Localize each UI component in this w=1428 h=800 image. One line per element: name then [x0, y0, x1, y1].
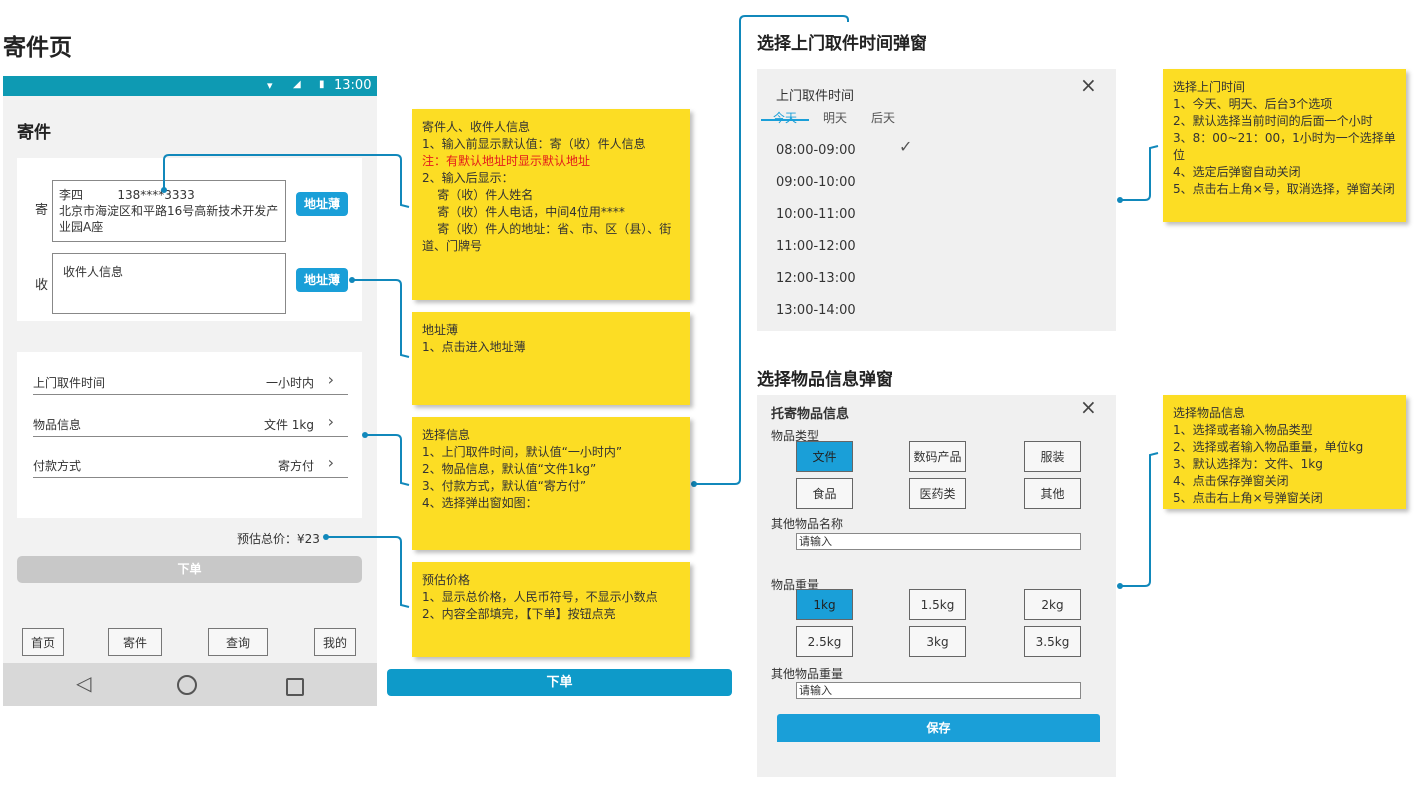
note-select-info: 选择信息 1、上门取件时间，默认值“一小时内” 2、物品信息，默认值“文件1kg…	[412, 417, 690, 550]
note-line: 3、默认选择为：文件、1kg	[1173, 457, 1323, 471]
note-line: 2、物品信息，默认值“文件1kg”	[422, 462, 597, 476]
note-title: 预估价格	[422, 573, 471, 587]
weight-option[interactable]: 2kg	[1024, 589, 1081, 620]
weight-option[interactable]: 3.5kg	[1024, 626, 1081, 657]
item-popup-title: 托寄物品信息	[771, 407, 850, 422]
note-line: 5、点击右上角×号，取消选择，弹窗关闭	[1173, 182, 1395, 196]
note-line: 1、输入前显示默认值：寄（收）件人信息	[422, 137, 646, 151]
time-slot[interactable]: 08:00-09:00	[776, 143, 856, 158]
note-line: 4、选择弹出窗如图：	[422, 496, 538, 510]
note-line: 3、付款方式，默认值“寄方付”	[422, 479, 587, 493]
type-option[interactable]: 其他	[1024, 478, 1081, 509]
note-warning: 注：有默认地址时显示默认地址	[422, 154, 591, 168]
note-line: 2、默认选择当前时间的后面一个小时	[1173, 114, 1373, 128]
note-time-popup: 选择上门时间 1、今天、明天、后台3个选项 2、默认选择当前时间的后面一个小时 …	[1163, 69, 1406, 222]
close-icon[interactable]: ×	[1080, 73, 1097, 97]
note-line: 1、点击进入地址薄	[422, 340, 526, 354]
note-line: 寄（收）件人的地址：省、市、区（县）、街道、门牌号	[422, 222, 672, 253]
weight-option-selected[interactable]: 1kg	[796, 589, 853, 620]
note-price: 预估价格 1、显示总价格，人民币符号，不显示小数点 2、内容全部填完，【下单】按…	[412, 562, 690, 657]
note-title: 选择物品信息	[1173, 406, 1246, 420]
other-weight-label: 其他物品重量	[771, 667, 844, 681]
type-option-selected[interactable]: 文件	[796, 441, 853, 472]
type-option[interactable]: 数码产品	[909, 441, 966, 472]
weight-option[interactable]: 1.5kg	[909, 589, 966, 620]
time-slot[interactable]: 09:00-10:00	[776, 175, 856, 190]
item-popup-section-title: 选择物品信息弹窗	[757, 370, 893, 390]
note-title: 地址薄	[422, 323, 459, 337]
time-popup: 上门取件时间 × 今天 明天 后天 08:00-09:00 ✓ 09:00-10…	[757, 69, 1116, 331]
save-button[interactable]: 保存	[777, 714, 1100, 742]
note-line: 3、8：00~21：00，1小时为一个选择单位	[1173, 131, 1396, 162]
close-icon[interactable]: ×	[1080, 395, 1097, 419]
note-title: 选择信息	[422, 428, 471, 442]
note-item-popup: 选择物品信息 1、选择或者输入物品类型 2、选择或者输入物品重量，单位kg 3、…	[1163, 395, 1406, 509]
type-option[interactable]: 医药类	[909, 478, 966, 509]
other-name-label: 其他物品名称	[771, 517, 844, 531]
note-line: 4、点击保存弹窗关闭	[1173, 474, 1289, 488]
type-option[interactable]: 服装	[1024, 441, 1081, 472]
note-address-book: 地址薄 1、点击进入地址薄	[412, 312, 690, 405]
note-line: 1、显示总价格，人民币符号，不显示小数点	[422, 590, 658, 604]
type-option[interactable]: 食品	[796, 478, 853, 509]
weight-option[interactable]: 3kg	[909, 626, 966, 657]
weight-option[interactable]: 2.5kg	[796, 626, 853, 657]
note-title: 寄件人、收件人信息	[422, 120, 531, 134]
submit-button-enabled[interactable]: 下单	[387, 669, 732, 696]
note-line: 1、今天、明天、后台3个选项	[1173, 97, 1333, 111]
tab-underline	[761, 119, 809, 121]
item-popup: 托寄物品信息 × 物品类型 文件 数码产品 服装 食品 医药类 其他 其他物品名…	[757, 395, 1116, 777]
time-popup-section-title: 选择上门取件时间弹窗	[757, 34, 927, 54]
note-line: 5、点击右上角×号弹窗关闭	[1173, 491, 1323, 505]
note-line: 2、内容全部填完，【下单】按钮点亮	[422, 607, 616, 621]
tab-day-after[interactable]: 后天	[871, 109, 895, 126]
other-weight-input[interactable]: 请输入	[796, 682, 1081, 699]
note-line: 1、选择或者输入物品类型	[1173, 423, 1313, 437]
time-slot[interactable]: 12:00-13:00	[776, 271, 856, 286]
note-line: 寄（收）件人电话，中间4位用****	[422, 205, 625, 219]
other-name-input[interactable]: 请输入	[796, 533, 1081, 550]
time-slot[interactable]: 13:00-14:00	[776, 303, 856, 318]
note-title: 选择上门时间	[1173, 80, 1246, 94]
note-line: 4、选定后弹窗自动关闭	[1173, 165, 1301, 179]
note-line: 2、输入后显示：	[422, 171, 514, 185]
note-line: 2、选择或者输入物品重量，单位kg	[1173, 440, 1364, 454]
note-contact-info: 寄件人、收件人信息 1、输入前显示默认值：寄（收）件人信息 注：有默认地址时显示…	[412, 109, 690, 300]
time-slot[interactable]: 10:00-11:00	[776, 207, 856, 222]
note-line: 寄（收）件人姓名	[422, 188, 534, 202]
checkmark-icon: ✓	[899, 137, 913, 156]
time-slot[interactable]: 11:00-12:00	[776, 239, 856, 254]
time-popup-title: 上门取件时间	[776, 89, 855, 104]
note-line: 1、上门取件时间，默认值“一小时内”	[422, 445, 623, 459]
tab-tomorrow[interactable]: 明天	[823, 109, 847, 126]
tab-today[interactable]: 今天	[773, 109, 797, 126]
